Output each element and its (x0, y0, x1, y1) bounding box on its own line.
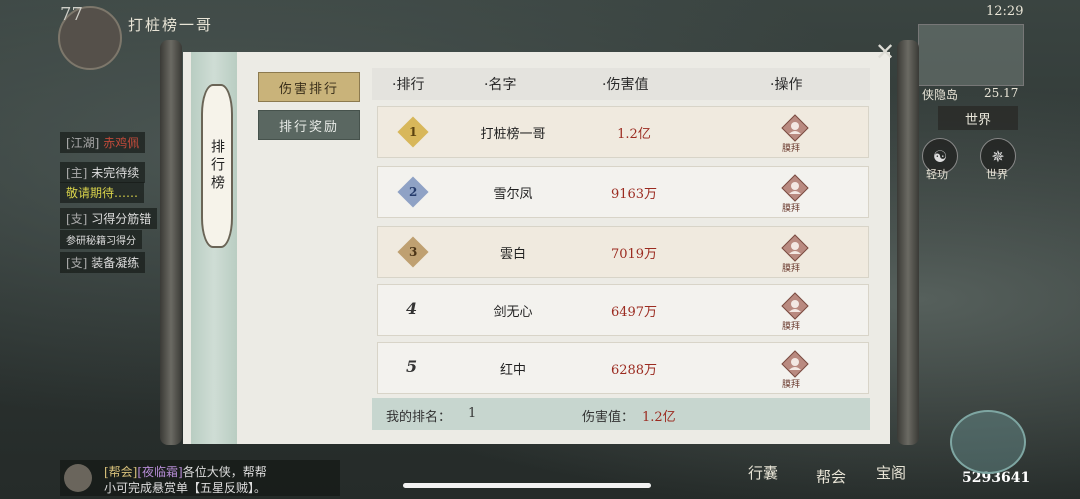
worship-icon (781, 174, 809, 202)
chat-avatar (64, 464, 92, 492)
world-label: 世界 (986, 168, 1008, 181)
tab-label: 排行奖励 (278, 119, 339, 135)
guild-button[interactable]: 帮会 (816, 466, 846, 487)
player-name-cell: 雲白 (499, 247, 526, 262)
qinggong-icon: ☯ (932, 146, 948, 166)
scroll-rod-right (897, 40, 919, 445)
player-name-cell: 剑无心 (493, 305, 533, 320)
quest-item[interactable]: [支] 装备凝练 (60, 252, 146, 273)
tab-damage-ranking[interactable]: 伤害排行 (258, 72, 360, 102)
player-name: 打桩榜一哥 (128, 16, 214, 34)
quest-tag: [支] (66, 212, 88, 226)
minimap[interactable] (918, 24, 1024, 86)
treasure-button[interactable]: 宝阁 (876, 462, 906, 483)
quest-tag: [支] (66, 256, 88, 270)
my-damage-value: 1.2亿 (642, 410, 676, 425)
rank-badge-bronze: 3 (397, 236, 429, 268)
header-name: ·名字 (484, 77, 517, 93)
header-action: ·操作 (770, 77, 803, 93)
rank-number: 2 (408, 184, 418, 199)
my-damage-label: 伤害值： (582, 410, 635, 425)
close-button[interactable]: ✕ (874, 38, 896, 66)
home-indicator[interactable] (403, 483, 651, 488)
quest-tag: [主] (66, 166, 88, 180)
header-rank: ·排行 (392, 77, 425, 93)
damage-cell: 7019万 (610, 247, 658, 262)
qinggong-label: 轻功 (926, 168, 948, 181)
chat-message-line1: 各位大侠，帮帮 (182, 465, 267, 479)
quest-text: 敬请期待…… (66, 186, 139, 200)
damage-cell: 6497万 (610, 305, 658, 320)
rank-number: 1 (408, 124, 418, 139)
table-row: 5 红中 6288万 膜拜 (377, 342, 869, 394)
quest-item[interactable]: 敬请期待…… (60, 182, 145, 203)
rank-badge-silver: 2 (397, 176, 429, 208)
worship-icon (781, 234, 809, 262)
quest-text: 未完待续 (91, 166, 140, 180)
bag-button[interactable]: 行囊 (748, 462, 778, 483)
damage-cell: 6288万 (610, 363, 658, 378)
map-location: 侠隐岛 (922, 88, 959, 102)
worship-icon (781, 350, 809, 378)
chat-message-line2: 小可完成悬赏单【五星反贼】。 (104, 481, 267, 495)
table-row: 4 剑无心 6497万 膜拜 (377, 284, 869, 336)
my-rank-label: 我的排名： (386, 410, 452, 425)
worship-label: 膜拜 (782, 204, 801, 214)
rank-badge-gold: 1 (397, 116, 429, 148)
worship-icon (781, 114, 809, 142)
world-map-icon: ✵ (991, 146, 1005, 166)
table-row: 1 打桩榜一哥 1.2亿 膜拜 (377, 106, 869, 158)
player-name-cell: 雪尔凤 (493, 187, 533, 202)
header-damage: ·伤害值 (602, 77, 649, 93)
my-rank-footer: 我的排名： 1 伤害值： 1.2亿 (372, 398, 870, 430)
rank-number: 3 (408, 244, 418, 259)
quest-item[interactable]: [支] 习得分筋错 (60, 208, 158, 229)
damage-cell: 1.2亿 (617, 127, 651, 142)
damage-cell: 9163万 (610, 187, 658, 202)
chat-bar[interactable]: [帮会][夜临霜]各位大侠，帮帮 小可完成悬赏单【五星反贼】。 (60, 460, 340, 496)
table-row: 2 雪尔凤 9163万 膜拜 (377, 166, 869, 218)
table-header: ·排行 ·名字 ·伤害值 ·操作 (372, 68, 870, 100)
worship-icon (781, 292, 809, 320)
quest-item[interactable]: [江湖] 赤鸡佩 (60, 132, 146, 153)
quest-text: 装备凝练 (91, 256, 140, 270)
meditate-skill-button[interactable] (950, 410, 1026, 474)
quest-text: 习得分筋错 (91, 212, 152, 226)
close-icon: ✕ (874, 38, 896, 66)
tab-label: 伤害排行 (278, 81, 339, 97)
rank-number: 4 (406, 299, 418, 318)
worship-label: 膜拜 (782, 380, 801, 390)
worship-label: 膜拜 (782, 264, 801, 274)
my-rank-value: 1 (468, 406, 477, 421)
status-time: 12:29 (986, 4, 1024, 19)
quest-item[interactable]: [主] 未完待续 (60, 162, 146, 183)
rank-number: 5 (406, 357, 418, 376)
tab-ranking-rewards[interactable]: 排行奖励 (258, 110, 360, 140)
quest-text: 赤鸡佩 (103, 136, 140, 150)
map-coords: 25.17 (984, 86, 1019, 100)
scroll-rod-left (160, 40, 182, 445)
table-row: 3 雲白 7019万 膜拜 (377, 226, 869, 278)
player-name-cell: 红中 (499, 363, 526, 378)
worship-label: 膜拜 (782, 144, 801, 154)
quest-tag: [江湖] (66, 136, 100, 150)
player-level: 77 (60, 4, 83, 25)
worship-label: 膜拜 (782, 322, 801, 332)
player-name-cell: 打桩榜一哥 (480, 127, 546, 142)
chat-sender[interactable]: [夜临霜] (137, 465, 182, 479)
leaderboard-title: 排行榜 (201, 84, 233, 248)
chat-channel: [帮会] (104, 465, 138, 479)
quest-text: 参研秘籍习得分 (66, 236, 136, 247)
quest-item[interactable]: 参研秘籍习得分 (60, 230, 142, 249)
world-tab-button[interactable]: 世界 (938, 106, 1018, 130)
world-tab-label: 世界 (964, 112, 991, 128)
